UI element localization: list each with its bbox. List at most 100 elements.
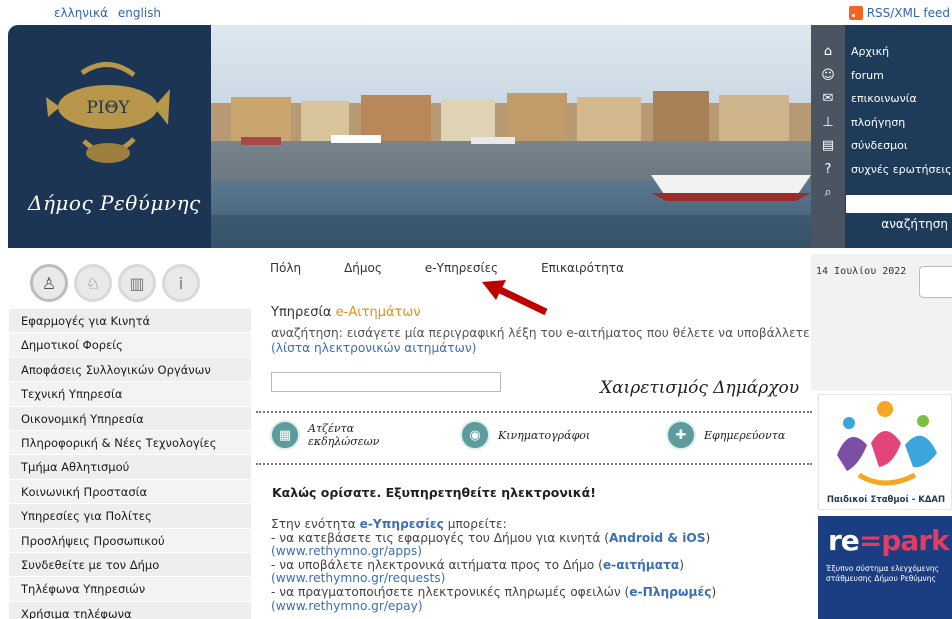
rss-feed-link[interactable]: RSS/XML feed [848, 6, 950, 20]
sidebar-item-citizen-services[interactable]: Υπηρεσίες για Πολίτες [9, 504, 251, 529]
quick-link-agenda[interactable]: ▦ Ατζέντα εκδηλώσεων [270, 420, 379, 450]
body-text: Στην ενότητα [271, 517, 360, 531]
rss-label: RSS/XML feed [866, 6, 950, 20]
rss-icon [848, 6, 863, 20]
sidebar-item-mobile-apps[interactable]: Εφαρμογές για Κινητά [9, 309, 251, 334]
calendar-icon: ▦ [270, 420, 300, 450]
search-icon: ⌕ [824, 185, 832, 201]
kdap-banner[interactable]: Παιδικοί Σταθμοί - ΚΔΑΠ [818, 394, 952, 510]
mail-icon: ✉ [822, 91, 834, 107]
sidebar-item-it[interactable]: Πληροφορική & Νέες Τεχνολογίες [9, 430, 251, 456]
repark-park: park [881, 524, 949, 557]
sidebar-item-sports[interactable]: Τμήμα Αθλητισμού [9, 455, 251, 480]
nav-forum[interactable]: forum [845, 64, 952, 88]
tab-news[interactable]: Επικαιρότητα [541, 261, 624, 275]
current-date: 14 Ιουλίου 2022 [816, 266, 907, 277]
nav-faq[interactable]: συχνές ερωτήσεις [845, 158, 952, 182]
nav-home[interactable]: Αρχική [845, 40, 952, 64]
fish-emblem-logo: ΡΙΘΥ [46, 62, 170, 163]
service-description: αναζήτηση: εισάγετε μία περιγραφική λέξη… [271, 326, 811, 356]
sidebar-item-useful-phones[interactable]: Χρήσιμα τηλέφωνα [9, 601, 251, 619]
site-search-input[interactable] [846, 195, 952, 213]
pharmacies-label: Εφημερεύοντα [704, 428, 786, 442]
sidebar-item-social-protection[interactable]: Κοινωνική Προστασία [9, 479, 251, 505]
sidebar-item-recruitment[interactable]: Προσλήψεις Προσωπικού [9, 528, 251, 553]
agenda-line1: Ατζέντα [308, 422, 355, 435]
body-text: ) [711, 584, 717, 599]
business-icon[interactable]: ▥ [118, 264, 156, 302]
lang-english-link[interactable]: english [118, 6, 161, 20]
service-title: Υπηρεσία e-Αιτημάτων [271, 305, 421, 320]
requests-list-link[interactable]: (λίστα ηλεκτρονικών αιτημάτων) [271, 341, 476, 355]
body-text: - να κατεβάσετε τις εφαρμογές του Δήμου … [271, 530, 609, 545]
info-icon[interactable]: i [162, 264, 200, 302]
sidebar-item-municipal-bodies[interactable]: Δημοτικοί Φορείς [9, 333, 251, 358]
audience-selector: ♙ ♘ ▥ i [30, 264, 200, 302]
tab-city[interactable]: Πόλη [270, 261, 301, 275]
kdap-logo-graphic [837, 401, 937, 486]
nav-contact[interactable]: επικοινωνία [845, 87, 952, 111]
repark-symbol: = [858, 524, 882, 557]
agenda-line2: εκδηλώσεων [308, 435, 380, 448]
repark-logo: re=park [828, 524, 950, 557]
sitemap-icon: ⊥ [822, 114, 834, 130]
service-desc-text: αναζήτηση: εισάγετε μία περιγραφική λέξη… [271, 326, 810, 340]
sidebar-item-decisions[interactable]: Αποφάσεις Συλλογικών Οργάνων [9, 357, 251, 383]
municipality-script-title: Δήμος Ρεθύμνης [28, 191, 201, 215]
payments-url-link[interactable]: (www.rethymno.gr/epay) [271, 599, 423, 613]
question-icon: ? [824, 161, 832, 177]
emblem-text: ΡΙΘΥ [86, 98, 130, 118]
harbour-photo [211, 25, 811, 248]
apps-highlight: Android & iOS [608, 530, 706, 545]
citizen-icon[interactable]: ♙ [30, 264, 68, 302]
requests-highlight: e-αιτήματα [602, 557, 680, 572]
nav-sitemap[interactable]: πλοήγηση [845, 111, 952, 135]
repark-tagline: Έξυπνο σύστημα ελεγχόμενης στάθμευσης Δή… [826, 564, 940, 583]
right-widget-box[interactable] [919, 266, 952, 298]
body-text: μπορείτε: [443, 517, 507, 531]
lang-greek-link[interactable]: ελληνικά [54, 6, 108, 20]
top-nav: Αρχική forum επικοινωνία πλοήγηση σύνδεσ… [845, 25, 952, 248]
visitor-icon[interactable]: ♘ [74, 264, 112, 302]
home-icon: ⌂ [823, 44, 833, 60]
requests-url-link[interactable]: (www.rethymno.gr/requests) [271, 571, 445, 586]
top-nav-icon-column: ⌂ ☺ ✉ ⊥ ▤ ? ⌕ [811, 25, 845, 248]
sidebar-item-technical-service[interactable]: Τεχνική Υπηρεσία [9, 382, 251, 407]
e-services-highlight: e-Υπηρεσίες [359, 517, 444, 531]
main-tabs: Πόλη Δήμος e-Υπηρεσίες Επικαιρότητα [270, 261, 667, 275]
sidebar-item-financial-service[interactable]: Οικονομική Υπηρεσία [9, 406, 251, 431]
e-services-body: Στην ενότητα e-Υπηρεσίες μπορείτε: - να … [271, 517, 799, 613]
people-icon: ☺ [821, 67, 835, 83]
e-request-search-input[interactable] [271, 372, 501, 392]
sidebar-item-connect[interactable]: Συνδεθείτε με τον Δήμο [9, 552, 251, 578]
site-search-button[interactable]: αναζήτηση [881, 217, 948, 231]
body-text: ) [679, 557, 685, 572]
cinemas-label: Κινηματογράφοι [498, 428, 591, 442]
quick-links: ▦ Ατζέντα εκδηλώσεων ◉ Κινηματογράφοι ✚ Ε… [270, 420, 810, 456]
service-title-prefix: Υπηρεσία [271, 305, 336, 320]
tab-municipality[interactable]: Δήμος [344, 261, 382, 275]
sidebar-item-service-phones[interactable]: Τηλέφωνα Υπηρεσιών [9, 577, 251, 602]
body-text: - να υποβάλετε ηλεκτρονικά αιτήματα προς… [271, 557, 603, 572]
cross-icon: ✚ [666, 420, 696, 450]
divider [256, 411, 812, 413]
mayor-greeting-link[interactable]: Χαιρετισμός Δημάρχου [600, 378, 799, 398]
film-icon: ◉ [460, 420, 490, 450]
kdap-caption: Παιδικοί Σταθμοί - ΚΔΑΠ [826, 495, 946, 505]
links-icon: ▤ [821, 138, 835, 154]
apps-url-link[interactable]: (www.rethymno.gr/apps) [271, 544, 422, 558]
repark-banner[interactable]: re=park Έξυπνο σύστημα ελεγχόμενης στάθμ… [818, 516, 952, 619]
service-title-accent: e-Αιτημάτων [335, 305, 421, 320]
body-text: - να πραγματοποιήσετε ηλεκτρονικές πληρω… [271, 584, 630, 599]
tab-e-services[interactable]: e-Υπηρεσίες [425, 261, 498, 275]
payments-highlight: e-Πληρωμές [629, 584, 712, 599]
logo-panel[interactable]: ΡΙΘΥ Δήμος Ρεθύμνης [8, 25, 211, 248]
repark-re: re [828, 524, 860, 557]
body-text: ) [705, 530, 711, 545]
red-arrow-annotation [482, 280, 548, 316]
site-header: ΡΙΘΥ Δήμος Ρεθύμνης ⌂ ☺ ✉ ⊥ ▤ ? ⌕ Αρχική… [8, 25, 952, 248]
quick-link-cinemas[interactable]: ◉ Κινηματογράφοι [460, 420, 590, 450]
nav-links[interactable]: σύνδεσμοι [845, 134, 952, 158]
language-switcher: ελληνικά english [54, 6, 167, 20]
quick-link-pharmacies[interactable]: ✚ Εφημερεύοντα [666, 420, 785, 450]
